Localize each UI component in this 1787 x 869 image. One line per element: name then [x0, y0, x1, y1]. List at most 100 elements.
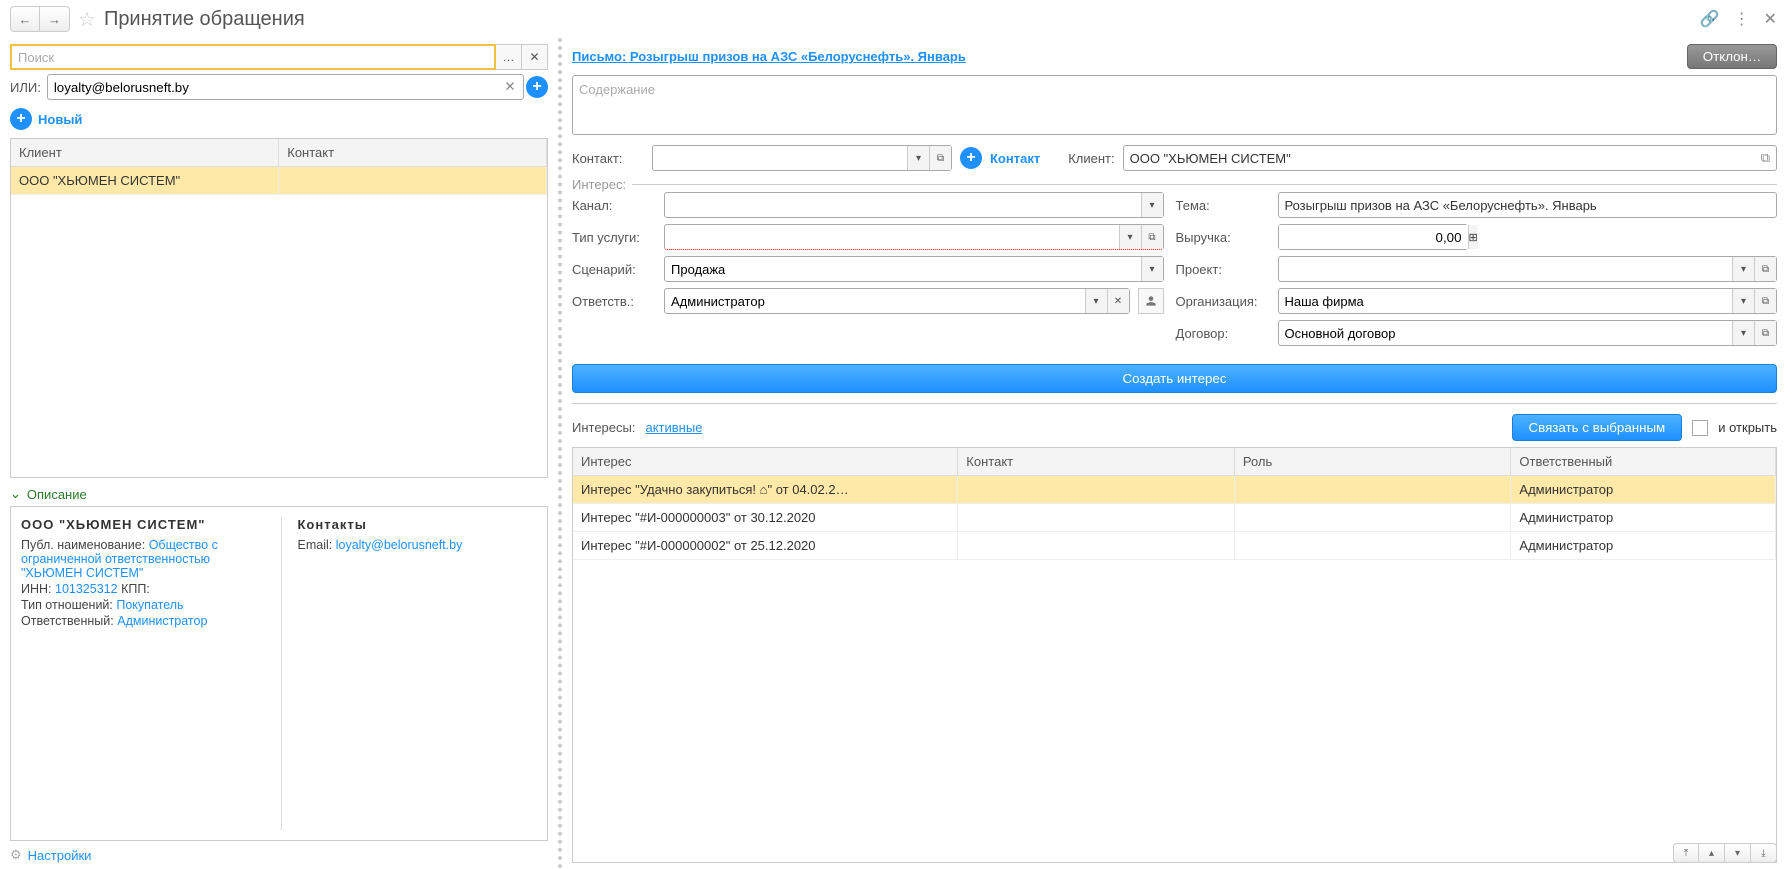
link-icon[interactable]: 🔗	[1700, 9, 1720, 29]
col-client[interactable]: Клиент	[11, 139, 279, 167]
create-interest-button[interactable]: Создать интерес	[572, 364, 1777, 393]
search-more-button[interactable]: …	[496, 44, 522, 70]
open-icon[interactable]: ⧉	[1141, 225, 1163, 249]
project-combo[interactable]: ▾⧉	[1278, 256, 1778, 282]
contract-combo[interactable]: ▾⧉	[1278, 320, 1778, 346]
nav-bottom-icon[interactable]: ⤓	[1751, 843, 1777, 863]
service-combo[interactable]: ▾⧉	[664, 224, 1164, 250]
fill-user-button[interactable]	[1138, 288, 1164, 314]
nav-corner: ⤒ ▴ ▾ ⤓	[1673, 843, 1777, 863]
or-label: ИЛИ:	[10, 80, 41, 95]
client-label: Клиент:	[1068, 151, 1114, 166]
col-resp[interactable]: Ответственный	[1511, 448, 1776, 476]
dropdown-icon[interactable]: ▾	[1141, 193, 1163, 217]
description-label: Описание	[27, 487, 87, 502]
more-icon[interactable]: ⋮	[1734, 9, 1750, 29]
revenue-label: Выручка:	[1176, 230, 1266, 245]
and-open-checkbox[interactable]	[1692, 420, 1708, 436]
open-icon[interactable]: ⧉	[929, 146, 951, 170]
topic-input[interactable]: Розыгрыш призов на АЗС «Белоруснефть». Я…	[1278, 192, 1778, 218]
open-icon[interactable]: ⧉	[1754, 289, 1776, 313]
and-open-label: и открыть	[1718, 420, 1777, 435]
search-input[interactable]	[10, 44, 496, 70]
content-textarea[interactable]: Содержание	[572, 75, 1777, 135]
dropdown-icon[interactable]: ▾	[1732, 321, 1754, 345]
pub-label: Публ. наименование:	[21, 538, 145, 552]
add-or-button[interactable]: +	[526, 76, 548, 98]
left-pane: … ✕ ИЛИ: ✕ + + Новый Клиент Контакт	[0, 38, 562, 869]
dropdown-icon[interactable]: ▾	[1732, 289, 1754, 313]
table-row[interactable]: Интерес "Удачно закупиться! ⌂" от 04.02.…	[573, 476, 1776, 504]
close-icon[interactable]: ✕	[1764, 9, 1777, 29]
description-box: ООО "ХЬЮМЕН СИСТЕМ" Публ. наименование: …	[10, 506, 548, 841]
contact-input[interactable]	[653, 146, 907, 170]
or-input[interactable]	[47, 74, 524, 100]
interest-fieldset: Интерес: Канал: ▾ Тема: Розыгрыш призов …	[572, 177, 1777, 356]
link-selected-button[interactable]: Связать с выбранным	[1512, 414, 1683, 441]
dropdown-icon[interactable]: ▾	[1141, 257, 1163, 281]
right-pane: Письмо: Розыгрыш призов на АЗС «Белорусн…	[562, 38, 1787, 869]
reject-button[interactable]: Отклон…	[1687, 44, 1777, 69]
clear-icon[interactable]: ✕	[1107, 289, 1129, 313]
settings-link[interactable]: Настройки	[28, 848, 92, 863]
nav-down-icon[interactable]: ▾	[1725, 843, 1751, 863]
open-icon[interactable]: ⧉	[1754, 321, 1776, 345]
client-value[interactable]: ООО "ХЬЮМЕН СИСТЕМ"⧉	[1123, 145, 1777, 171]
topic-label: Тема:	[1176, 198, 1266, 213]
col-contact[interactable]: Контакт	[279, 139, 547, 167]
org-label: Организация:	[1176, 294, 1266, 309]
contact-combo[interactable]: ▾ ⧉	[652, 145, 952, 171]
nav-top-icon[interactable]: ⤒	[1673, 843, 1699, 863]
scenario-combo[interactable]: ▾	[664, 256, 1164, 282]
channel-label: Канал:	[572, 198, 652, 213]
table-row[interactable]: Интерес "#И-000000002" от 25.12.2020 Адм…	[573, 532, 1776, 560]
calculator-icon[interactable]: ⊞	[1468, 225, 1478, 249]
topbar: ← → ☆ Принятие обращения 🔗 ⋮ ✕	[0, 0, 1787, 38]
responsible-label: Ответств.:	[572, 294, 652, 309]
resp-label: Ответственный:	[21, 614, 114, 628]
channel-combo[interactable]: ▾	[664, 192, 1164, 218]
dropdown-icon[interactable]: ▾	[1085, 289, 1107, 313]
chevron-down-icon: ⌄	[10, 486, 21, 502]
responsible-combo[interactable]: ▾✕	[664, 288, 1130, 314]
col-interest[interactable]: Интерес	[573, 448, 958, 476]
open-icon[interactable]: ⧉	[1754, 257, 1776, 281]
contacts-title: Контакты	[298, 517, 538, 532]
new-link[interactable]: Новый	[38, 112, 82, 127]
description-toggle[interactable]: ⌄ Описание	[10, 486, 548, 502]
gear-icon[interactable]: ⚙	[10, 847, 22, 863]
contact-link[interactable]: Контакт	[990, 151, 1040, 166]
forward-button[interactable]: →	[40, 6, 70, 32]
table-row[interactable]: ООО "ХЬЮМЕН СИСТЕМ"	[11, 167, 547, 195]
search-clear-button[interactable]: ✕	[522, 44, 548, 70]
dropdown-icon[interactable]: ▾	[1732, 257, 1754, 281]
page-title: Принятие обращения	[104, 8, 1700, 31]
col-contact[interactable]: Контакт	[958, 448, 1235, 476]
star-icon[interactable]: ☆	[78, 7, 96, 32]
email-value[interactable]: loyalty@belorusneft.by	[336, 538, 463, 552]
service-label: Тип услуги:	[572, 230, 652, 245]
contact-label: Контакт:	[572, 151, 644, 166]
dropdown-icon[interactable]: ▾	[1119, 225, 1141, 249]
interests-filter-link[interactable]: активные	[645, 420, 702, 435]
rel-value[interactable]: Покупатель	[116, 598, 183, 612]
revenue-input[interactable]: ⊞	[1278, 224, 1468, 250]
interest-legend: Интерес:	[572, 177, 632, 192]
inn-value[interactable]: 101325312	[55, 582, 118, 596]
nav-up-icon[interactable]: ▴	[1699, 843, 1725, 863]
or-clear-button[interactable]: ✕	[500, 77, 520, 97]
resp-value[interactable]: Администратор	[117, 614, 207, 628]
open-icon[interactable]: ⧉	[1761, 150, 1770, 166]
new-plus-icon[interactable]: +	[10, 108, 32, 130]
org-combo[interactable]: ▾⧉	[1278, 288, 1778, 314]
letter-link[interactable]: Письмо: Розыгрыш призов на АЗС «Белорусн…	[572, 49, 1679, 64]
add-contact-plus[interactable]: +	[960, 147, 982, 169]
cell-contact	[279, 167, 547, 195]
col-role[interactable]: Роль	[1234, 448, 1511, 476]
table-row[interactable]: Интерес "#И-000000003" от 30.12.2020 Адм…	[573, 504, 1776, 532]
interests-label: Интересы:	[572, 420, 635, 435]
back-button[interactable]: ←	[10, 6, 40, 32]
dropdown-icon[interactable]: ▾	[907, 146, 929, 170]
project-label: Проект:	[1176, 262, 1266, 277]
email-label: Email:	[298, 538, 333, 552]
